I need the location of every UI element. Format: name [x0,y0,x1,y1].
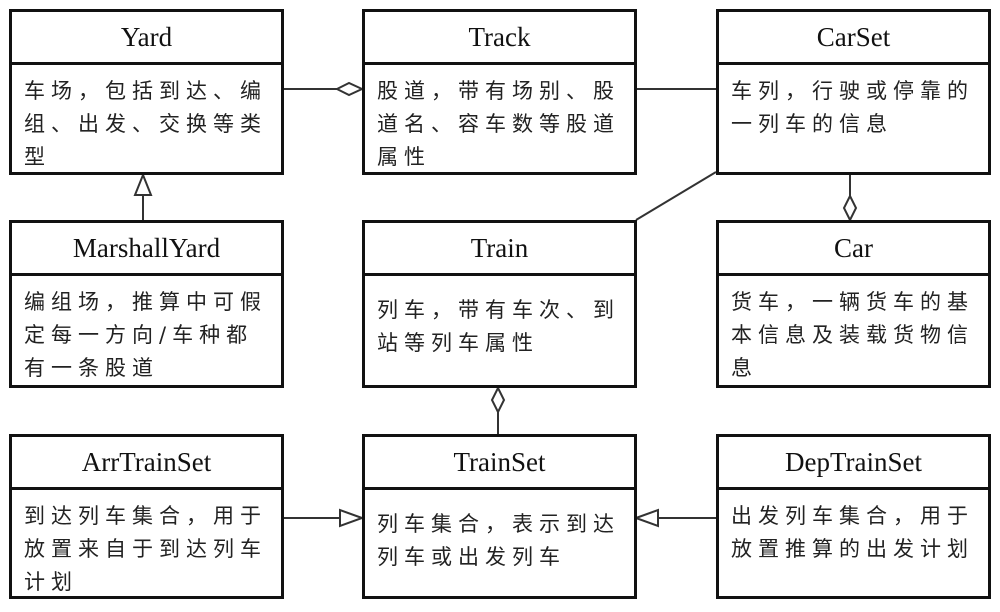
class-track[interactable]: Track 股道，带有场别、股道名、容车数等股道属性 [362,9,637,175]
class-description: 出发列车集合，用于放置推算的出发计划 [731,504,974,561]
class-trainset[interactable]: TrainSet 列车集合，表示到达列车或出发列车 [362,434,637,599]
class-description: 货车，一辆货车的基本信息及装载货物信息 [731,290,974,380]
class-description: 列车，带有车次、到站等列车属性 [377,298,620,355]
class-yard[interactable]: Yard 车场，包括到达、编组、出发、交换等类型 [9,9,284,175]
class-description: 车列，行驶或停靠的一列车的信息 [731,79,974,136]
class-description: 车场，包括到达、编组、出发、交换等类型 [24,79,267,169]
class-marshallyard[interactable]: MarshallYard 编组场，推算中可假定每一方向/车种都有一条股道 [9,220,284,388]
class-description: 股道，带有场别、股道名、容车数等股道属性 [377,79,620,169]
aggregation-diamond-train [490,385,506,415]
class-name: Car [719,223,988,276]
class-name: DepTrainSet [719,437,988,490]
class-arrtrainset[interactable]: ArrTrainSet 到达列车集合，用于放置来自于到达列车计划 [9,434,284,599]
class-carset[interactable]: CarSet 车列，行驶或停靠的一列车的信息 [716,9,991,175]
generalization-arrow-trainset-left [339,508,365,528]
class-name: Track [365,12,634,65]
class-name: Train [365,223,634,276]
class-name: CarSet [719,12,988,65]
class-car[interactable]: Car 货车，一辆货车的基本信息及装载货物信息 [716,220,991,388]
aggregation-diamond-track [334,81,365,97]
class-train[interactable]: Train 列车，带有车次、到站等列车属性 [362,220,637,388]
class-name: ArrTrainSet [12,437,281,490]
class-name: MarshallYard [12,223,281,276]
class-description: 编组场，推算中可假定每一方向/车种都有一条股道 [24,290,267,380]
aggregation-diamond-carset [842,193,858,223]
class-description: 列车集合，表示到达列车或出发列车 [377,512,620,569]
class-name: TrainSet [365,437,634,490]
class-deptrainset[interactable]: DepTrainSet 出发列车集合，用于放置推算的出发计划 [716,434,991,599]
class-name: Yard [12,12,281,65]
link-carset-train [635,171,717,221]
generalization-arrow-trainset-right [633,508,659,528]
class-description: 到达列车集合，用于放置来自于到达列车计划 [24,504,267,594]
generalization-arrow-yard [133,172,153,196]
